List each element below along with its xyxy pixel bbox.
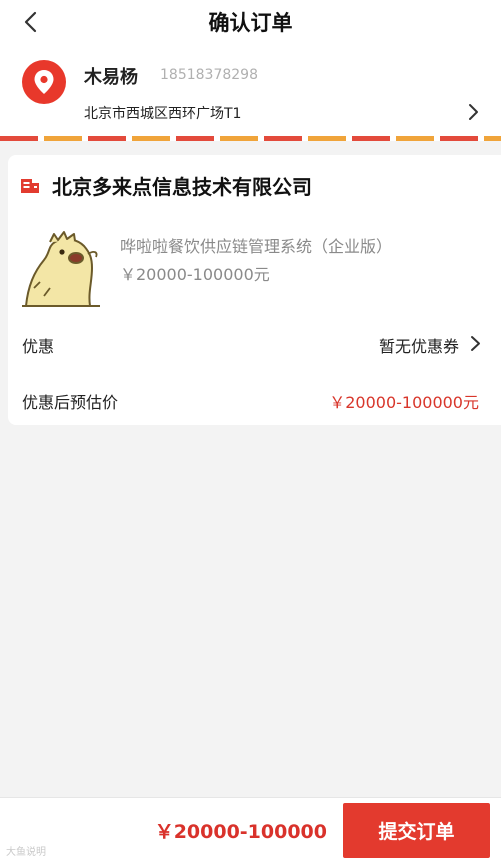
address-divider-stripe — [0, 136, 501, 141]
product-price: ￥20000-100000元 — [120, 265, 270, 284]
submit-order-button[interactable]: 提交订单 — [343, 803, 490, 858]
product-name: 哗啦啦餐饮供应链管理系统（企业版） — [120, 237, 393, 256]
chevron-right-icon — [469, 104, 478, 120]
address-detail: 北京市西城区西环广场T1 — [84, 106, 242, 122]
recipient-name: 木易杨 — [84, 67, 138, 88]
chevron-left-icon — [24, 11, 37, 33]
discount-label: 优惠 — [22, 337, 55, 356]
shop-icon — [21, 179, 39, 193]
recipient-phone: 18518378298 — [160, 67, 258, 83]
address-section[interactable] — [0, 44, 501, 138]
coupon-selector[interactable]: 暂无优惠券 — [379, 333, 459, 357]
chevron-right-icon — [471, 336, 480, 351]
estimated-price-value: ￥20000-100000元 — [329, 393, 479, 412]
watermark: 大鱼说明 — [6, 847, 46, 858]
total-price: ￥20000-100000 — [154, 821, 327, 843]
shop-name: 北京多来点信息技术有限公司 — [52, 175, 312, 199]
estimated-price-label: 优惠后预估价 — [22, 393, 119, 412]
top-nav-bar — [0, 0, 501, 44]
back-button[interactable] — [14, 6, 46, 38]
product-image[interactable] — [20, 226, 102, 310]
location-pin-icon — [22, 60, 66, 104]
